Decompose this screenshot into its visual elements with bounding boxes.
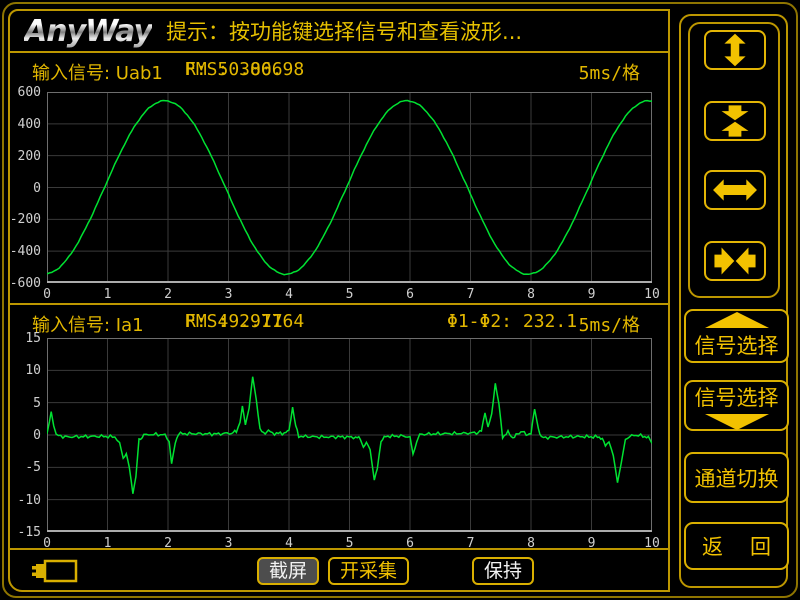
x-tick-label: 6: [397, 287, 423, 302]
compress-horizontal-icon: [711, 244, 759, 278]
channel-switch-label: 通道切换: [695, 463, 779, 493]
y-tick-label: 400: [1, 117, 41, 132]
current-signal-label: 输入信号: Ia1: [32, 311, 144, 337]
expand-vertical-icon: [711, 33, 759, 67]
signal-select-down-label: 信号选择: [695, 382, 779, 412]
channel-switch-button[interactable]: 通道切换: [684, 452, 789, 503]
expand-horizontal-icon: [711, 173, 759, 207]
hint-text: 提示：按功能键选择信号和查看波形...: [166, 16, 522, 46]
current-plot: [47, 338, 652, 532]
current-timebase: 5ms/格: [579, 311, 640, 337]
voltage-timebase: 5ms/格: [579, 59, 640, 85]
hold-button[interactable]: 保持: [472, 557, 534, 585]
expand-vertical-button[interactable]: [704, 30, 766, 70]
y-tick-label: 15: [1, 331, 41, 346]
compress-vertical-button[interactable]: [704, 101, 766, 141]
y-tick-label: 5: [1, 396, 41, 411]
voltage-chart-panel: 输入信号: Uab1 RMS: 386.98 F: 50.006 5ms/格 6…: [10, 53, 668, 305]
signal-select-up-button[interactable]: 信号选择: [684, 309, 789, 363]
phase-difference: Φ1-Φ2: 232.1: [447, 311, 577, 332]
x-tick-label: 1: [95, 287, 121, 302]
y-tick-label: 600: [1, 85, 41, 100]
y-tick-label: -5: [1, 460, 41, 475]
battery-icon: [32, 558, 82, 584]
y-tick-label: -10: [1, 493, 41, 508]
back-label-left: 返: [702, 531, 723, 561]
compress-vertical-icon: [711, 104, 759, 138]
x-tick-label: 3: [216, 287, 242, 302]
back-label-right: 回: [750, 531, 771, 561]
x-tick-label: 10: [639, 287, 665, 302]
x-tick-label: 4: [276, 287, 302, 302]
y-tick-label: 0: [1, 428, 41, 443]
power-analyzer-screen: AnyWay 提示：按功能键选择信号和查看波形... 输入信号: Uab1 RM…: [0, 0, 800, 600]
content-frame: AnyWay 提示：按功能键选择信号和查看波形... 输入信号: Uab1 RM…: [8, 9, 670, 592]
voltage-plot: [47, 92, 652, 283]
voltage-signal-label: 输入信号: Uab1: [32, 59, 163, 85]
signal-select-down-button[interactable]: 信号选择: [684, 380, 789, 431]
current-info-row: 输入信号: Ia1 RMS: 2.1164 F: 49.977 Φ1-Φ2: 2…: [10, 311, 668, 337]
x-tick-label: 8: [518, 287, 544, 302]
screenshot-button[interactable]: 截屏: [257, 557, 319, 585]
x-tick-label: 6: [397, 536, 423, 551]
x-tick-label: 2: [155, 536, 181, 551]
y-tick-label: -400: [1, 244, 41, 259]
x-tick-label: 9: [579, 287, 605, 302]
header: AnyWay 提示：按功能键选择信号和查看波形...: [10, 11, 668, 53]
y-tick-label: 200: [1, 149, 41, 164]
triangle-down-icon: [705, 414, 769, 430]
brand-logo: AnyWay: [24, 14, 152, 49]
triangle-up-icon: [705, 312, 769, 328]
x-tick-label: 10: [639, 536, 665, 551]
x-tick-label: 0: [34, 287, 60, 302]
x-tick-label: 3: [216, 536, 242, 551]
back-button[interactable]: 返 回: [684, 522, 789, 570]
x-tick-label: 9: [579, 536, 605, 551]
signal-select-up-label: 信号选择: [695, 330, 779, 360]
x-tick-label: 5: [337, 536, 363, 551]
x-tick-label: 4: [276, 536, 302, 551]
x-tick-label: 1: [95, 536, 121, 551]
x-tick-label: 7: [458, 536, 484, 551]
y-tick-label: -200: [1, 212, 41, 227]
x-tick-label: 0: [34, 536, 60, 551]
x-tick-label: 2: [155, 287, 181, 302]
x-tick-label: 7: [458, 287, 484, 302]
x-tick-label: 5: [337, 287, 363, 302]
x-tick-label: 8: [518, 536, 544, 551]
start-acquisition-button[interactable]: 开采集: [328, 557, 409, 585]
voltage-freq: F: 50.006: [185, 59, 283, 80]
y-tick-label: 10: [1, 363, 41, 378]
compress-horizontal-button[interactable]: [704, 241, 766, 281]
y-tick-label: 0: [1, 181, 41, 196]
voltage-info-row: 输入信号: Uab1 RMS: 386.98 F: 50.006 5ms/格: [10, 59, 668, 85]
current-chart-panel: 输入信号: Ia1 RMS: 2.1164 F: 49.977 Φ1-Φ2: 2…: [10, 305, 668, 550]
expand-horizontal-button[interactable]: [704, 170, 766, 210]
current-freq: F: 49.977: [185, 311, 283, 332]
bottom-toolbar: 截屏 开采集 保持: [10, 550, 668, 590]
